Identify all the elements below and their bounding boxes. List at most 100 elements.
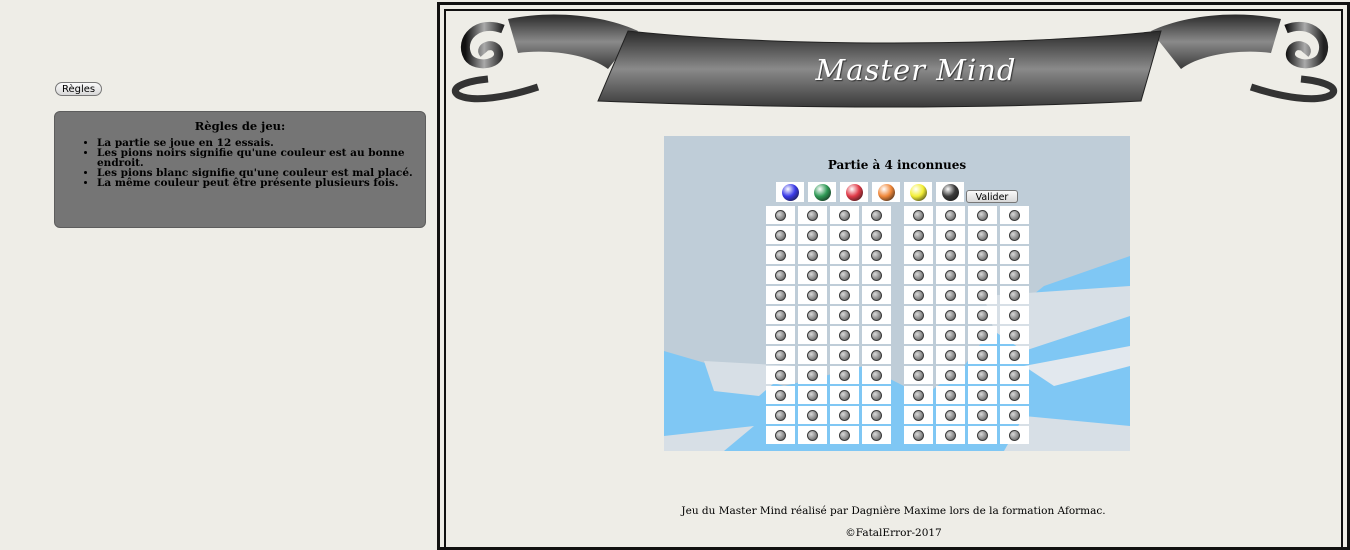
feedback-peg xyxy=(977,349,988,361)
guess-slot[interactable] xyxy=(798,246,827,264)
empty-peg xyxy=(871,389,882,401)
empty-peg xyxy=(807,249,818,261)
empty-peg xyxy=(871,249,882,261)
guess-slot[interactable] xyxy=(862,386,891,404)
guess-slot[interactable] xyxy=(862,366,891,384)
empty-peg xyxy=(775,349,786,361)
guess-slot[interactable] xyxy=(862,406,891,424)
guess-slot[interactable] xyxy=(830,366,859,384)
validate-button[interactable]: Valider xyxy=(966,190,1018,203)
guess-slot[interactable] xyxy=(830,346,859,364)
guess-slot[interactable] xyxy=(798,386,827,404)
color-orange-ball xyxy=(877,183,895,201)
empty-peg xyxy=(871,209,882,221)
guess-slot[interactable] xyxy=(830,426,859,444)
guess-slot[interactable] xyxy=(766,426,795,444)
guess-slot[interactable] xyxy=(862,206,891,224)
guess-slot[interactable] xyxy=(862,306,891,324)
feedback-slot xyxy=(1000,306,1029,324)
feedback-peg xyxy=(1009,229,1020,241)
guess-slot[interactable] xyxy=(766,246,795,264)
feedback-slot xyxy=(936,386,965,404)
guess-slot[interactable] xyxy=(766,226,795,244)
guess-slot[interactable] xyxy=(798,226,827,244)
guess-slot[interactable] xyxy=(766,346,795,364)
feedback-peg xyxy=(945,429,956,441)
feedback-peg xyxy=(977,429,988,441)
guess-slot[interactable] xyxy=(798,366,827,384)
empty-peg xyxy=(807,329,818,341)
game-title: Partie à 4 inconnues xyxy=(827,158,967,172)
empty-peg xyxy=(871,309,882,321)
guess-slot[interactable] xyxy=(766,406,795,424)
feedback-peg xyxy=(913,369,924,381)
feedback-peg xyxy=(945,229,956,241)
guess-slot[interactable] xyxy=(862,286,891,304)
color-orange-swatch[interactable] xyxy=(872,182,900,202)
feedback-slot xyxy=(936,366,965,384)
feedback-slot xyxy=(936,306,965,324)
guess-slot[interactable] xyxy=(862,346,891,364)
color-red-swatch[interactable] xyxy=(840,182,868,202)
feedback-slot xyxy=(904,326,933,344)
guess-slot[interactable] xyxy=(830,286,859,304)
color-yellow-swatch[interactable] xyxy=(904,182,932,202)
guess-slot[interactable] xyxy=(798,306,827,324)
guess-row xyxy=(766,206,1032,226)
guess-slot[interactable] xyxy=(798,266,827,284)
guess-slot[interactable] xyxy=(862,226,891,244)
color-black-ball xyxy=(941,183,959,201)
feedback-peg xyxy=(977,329,988,341)
feedback-peg xyxy=(1009,289,1020,301)
color-blue-ball xyxy=(781,183,799,201)
rules-list: La partie se joue en 12 essais. Les pion… xyxy=(61,138,419,189)
feedback-slot xyxy=(1000,386,1029,404)
guess-slot[interactable] xyxy=(862,266,891,284)
color-blue-swatch[interactable] xyxy=(776,182,804,202)
empty-peg xyxy=(839,389,850,401)
guess-slot[interactable] xyxy=(766,266,795,284)
guess-slot[interactable] xyxy=(830,206,859,224)
feedback-peg xyxy=(945,329,956,341)
guess-slot[interactable] xyxy=(830,386,859,404)
guess-slot[interactable] xyxy=(798,406,827,424)
empty-peg xyxy=(807,389,818,401)
guess-slot[interactable] xyxy=(830,246,859,264)
guess-slot[interactable] xyxy=(766,386,795,404)
guess-slot[interactable] xyxy=(766,306,795,324)
guess-slot[interactable] xyxy=(798,326,827,344)
feedback-peg xyxy=(913,409,924,421)
color-black-swatch[interactable] xyxy=(936,182,964,202)
guess-slot[interactable] xyxy=(766,286,795,304)
feedback-slot xyxy=(1000,426,1029,444)
guess-slot[interactable] xyxy=(798,206,827,224)
feedback-peg xyxy=(945,249,956,261)
guess-slot[interactable] xyxy=(766,366,795,384)
feedback-peg xyxy=(913,349,924,361)
guess-slot[interactable] xyxy=(830,226,859,244)
guess-slot[interactable] xyxy=(862,426,891,444)
empty-peg xyxy=(839,349,850,361)
feedback-slot xyxy=(904,406,933,424)
guess-slot[interactable] xyxy=(862,246,891,264)
empty-peg xyxy=(839,409,850,421)
guess-slot[interactable] xyxy=(830,326,859,344)
guess-slot[interactable] xyxy=(798,346,827,364)
guess-slot[interactable] xyxy=(798,426,827,444)
feedback-peg xyxy=(913,249,924,261)
guess-slot[interactable] xyxy=(830,306,859,324)
guess-slot[interactable] xyxy=(766,326,795,344)
rules-button[interactable]: Règles xyxy=(55,82,103,96)
color-green-swatch[interactable] xyxy=(808,182,836,202)
guess-slot[interactable] xyxy=(830,406,859,424)
feedback-peg xyxy=(977,249,988,261)
empty-peg xyxy=(871,229,882,241)
guess-slot[interactable] xyxy=(766,206,795,224)
color-green-ball xyxy=(813,183,831,201)
empty-peg xyxy=(871,429,882,441)
guess-slot[interactable] xyxy=(798,286,827,304)
empty-peg xyxy=(807,209,818,221)
guess-slot[interactable] xyxy=(830,266,859,284)
guess-slot[interactable] xyxy=(862,326,891,344)
empty-peg xyxy=(807,289,818,301)
